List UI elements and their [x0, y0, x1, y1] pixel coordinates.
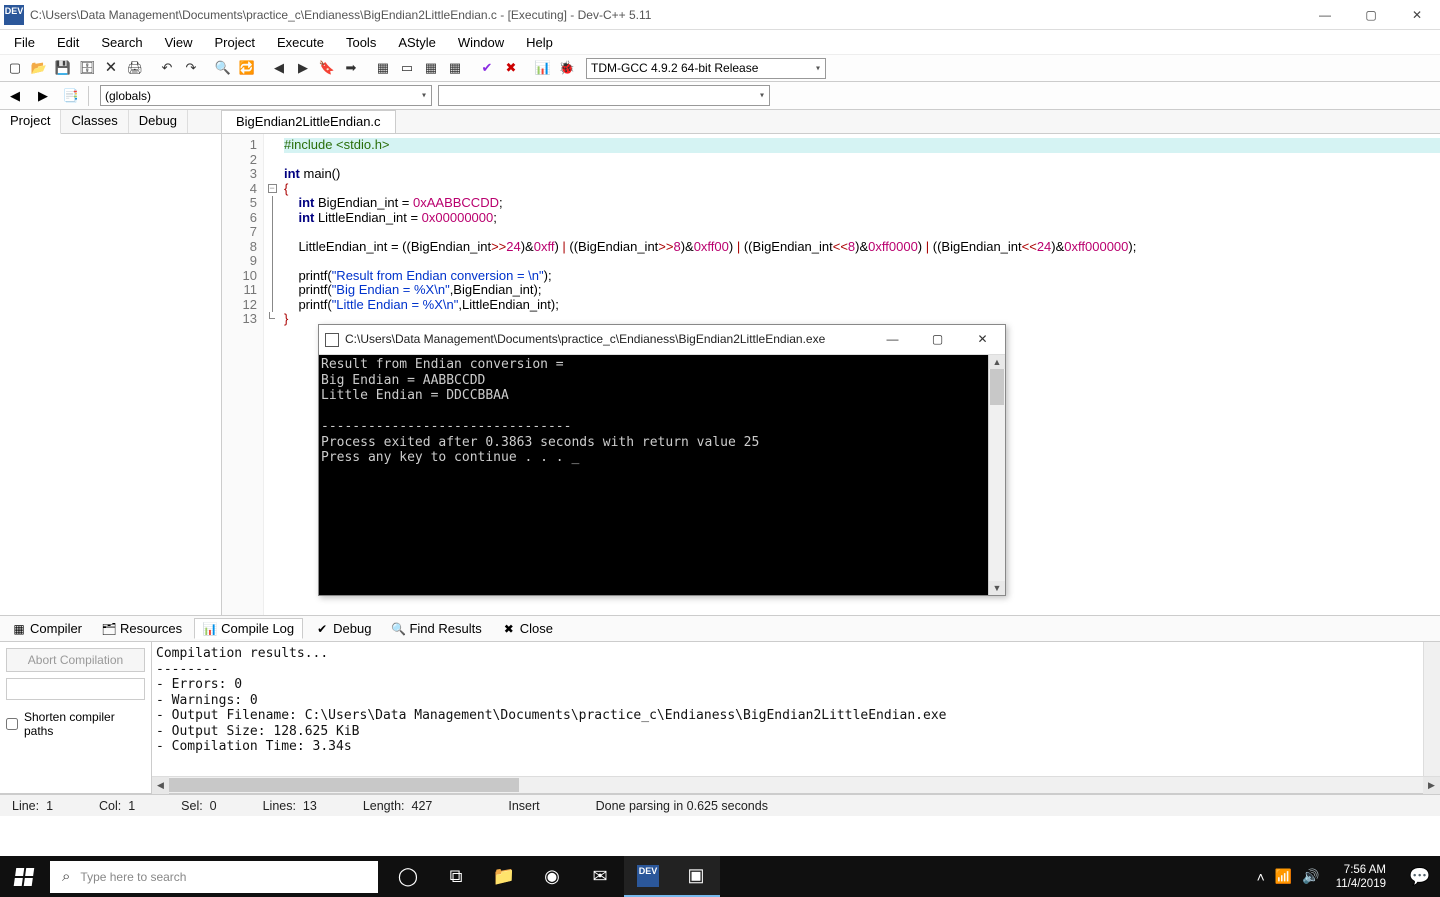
- scope-select[interactable]: (globals): [100, 85, 432, 106]
- menu-tools[interactable]: Tools: [336, 33, 386, 52]
- open-file-icon[interactable]: 📂: [28, 57, 50, 79]
- goto-icon[interactable]: ➡: [340, 57, 362, 79]
- debug-icon[interactable]: 🐞: [556, 57, 578, 79]
- find-icon[interactable]: 🔍: [212, 57, 234, 79]
- output-tabs: ▦Compiler🗂Resources📊Compile Log✔Debug🔍Fi…: [0, 616, 1440, 642]
- cortana-icon[interactable]: ◯: [384, 856, 432, 897]
- menu-view[interactable]: View: [155, 33, 203, 52]
- tray-chevron-icon[interactable]: ˄: [1257, 869, 1265, 885]
- forward-icon[interactable]: ▶: [292, 57, 314, 79]
- member-select[interactable]: [438, 85, 770, 106]
- taskbar: ⌕ Type here to search ◯ ⧉ 📁 ◉ ✉ DEV ▣ ˄ …: [0, 856, 1440, 897]
- console-icon: [325, 333, 339, 347]
- console-minimize-button[interactable]: —: [870, 325, 915, 355]
- system-tray: ˄ 📶 🔊 7:56 AM 11/4/2019: [1249, 863, 1400, 891]
- taskbar-search[interactable]: ⌕ Type here to search: [50, 861, 378, 893]
- next-bookmark-icon[interactable]: ▶: [32, 85, 54, 107]
- search-placeholder: Type here to search: [80, 870, 186, 884]
- save-icon[interactable]: 💾: [52, 57, 74, 79]
- panel-tab-project[interactable]: Project: [0, 110, 61, 134]
- network-icon[interactable]: 📶: [1275, 868, 1292, 885]
- title-bar: DEV C:\Users\Data Management\Documents\p…: [0, 0, 1440, 30]
- menu-execute[interactable]: Execute: [267, 33, 334, 52]
- maximize-button[interactable]: ▢: [1348, 0, 1394, 30]
- close-file-icon[interactable]: 🗙: [100, 57, 122, 79]
- replace-icon[interactable]: 🔁: [236, 57, 258, 79]
- status-bar: Line: 1 Col: 1 Sel: 0 Lines: 13 Length: …: [0, 794, 1440, 816]
- console-scrollbar[interactable]: ▲ ▼: [988, 355, 1005, 595]
- volume-icon[interactable]: 🔊: [1302, 868, 1319, 885]
- console-output[interactable]: Result from Endian conversion = Big Endi…: [319, 355, 988, 595]
- bookmark-icon[interactable]: 🔖: [316, 57, 338, 79]
- run-icon[interactable]: ▭: [396, 57, 418, 79]
- output-tab-find-results[interactable]: 🔍Find Results: [383, 619, 489, 638]
- console-close-button[interactable]: ✕: [960, 325, 1005, 355]
- console-task-icon[interactable]: ▣: [672, 856, 720, 897]
- shorten-paths-checkbox[interactable]: Shorten compiler paths: [6, 706, 145, 738]
- back-icon[interactable]: ◀: [268, 57, 290, 79]
- toggle-bookmark-icon[interactable]: 📑: [60, 85, 82, 107]
- compile-run-icon[interactable]: ▦: [420, 57, 442, 79]
- editor-tab[interactable]: BigEndian2LittleEndian.c: [222, 110, 396, 133]
- menu-help[interactable]: Help: [516, 33, 563, 52]
- file-explorer-icon[interactable]: 📁: [480, 856, 528, 897]
- start-button[interactable]: [0, 856, 48, 897]
- menu-bar: FileEditSearchViewProjectExecuteToolsASt…: [0, 30, 1440, 54]
- prev-bookmark-icon[interactable]: ◀: [4, 85, 26, 107]
- mail-icon[interactable]: ✉: [576, 856, 624, 897]
- toolbar-scope: ◀ ▶ 📑 (globals): [0, 82, 1440, 110]
- compile-vscroll[interactable]: [1423, 642, 1440, 776]
- syntax-check-icon[interactable]: ✔: [476, 57, 498, 79]
- print-icon[interactable]: 🖨: [124, 57, 146, 79]
- clock[interactable]: 7:56 AM 11/4/2019: [1330, 863, 1392, 891]
- menu-file[interactable]: File: [4, 33, 45, 52]
- window-title: C:\Users\Data Management\Documents\pract…: [30, 8, 651, 22]
- chrome-icon[interactable]: ◉: [528, 856, 576, 897]
- compile-filter-input[interactable]: [6, 678, 145, 700]
- app-icon: DEV: [4, 5, 24, 25]
- code-editor[interactable]: 12345678910111213 − #include <stdio.h>in…: [222, 134, 1440, 615]
- menu-edit[interactable]: Edit: [47, 33, 89, 52]
- search-icon: ⌕: [62, 868, 70, 885]
- output-tab-compiler[interactable]: ▦Compiler: [4, 619, 90, 638]
- output-tab-compile-log[interactable]: 📊Compile Log: [194, 618, 303, 639]
- devcpp-task-icon[interactable]: DEV: [624, 856, 672, 897]
- compiler-select[interactable]: TDM-GCC 4.9.2 64-bit Release: [586, 58, 826, 79]
- console-window: C:\Users\Data Management\Documents\pract…: [318, 324, 1006, 596]
- compile-hscroll[interactable]: ◀ ▶: [152, 776, 1440, 793]
- project-panel: ProjectClassesDebug: [0, 110, 222, 615]
- console-title: C:\Users\Data Management\Documents\pract…: [345, 332, 825, 347]
- menu-window[interactable]: Window: [448, 33, 514, 52]
- output-tab-resources[interactable]: 🗂Resources: [94, 619, 190, 638]
- compile-log[interactable]: Compilation results... -------- - Errors…: [156, 646, 1440, 773]
- abort-compilation-button[interactable]: Abort Compilation: [6, 648, 145, 672]
- profile-icon[interactable]: 📊: [532, 57, 554, 79]
- new-file-icon[interactable]: ▢: [4, 57, 26, 79]
- project-tree[interactable]: [0, 134, 221, 615]
- output-tab-close[interactable]: ✖Close: [494, 619, 561, 638]
- minimize-button[interactable]: —: [1302, 0, 1348, 30]
- compile-icon[interactable]: ▦: [372, 57, 394, 79]
- save-all-icon[interactable]: 🗄: [76, 57, 98, 79]
- menu-astyle[interactable]: AStyle: [388, 33, 446, 52]
- task-view-icon[interactable]: ⧉: [432, 856, 480, 897]
- undo-icon[interactable]: ↶: [156, 57, 178, 79]
- notifications-icon[interactable]: 💬: [1400, 856, 1440, 897]
- close-button[interactable]: ✕: [1394, 0, 1440, 30]
- menu-search[interactable]: Search: [91, 33, 152, 52]
- panel-tab-debug[interactable]: Debug: [129, 110, 188, 133]
- redo-icon[interactable]: ↷: [180, 57, 202, 79]
- rebuild-icon[interactable]: ▦: [444, 57, 466, 79]
- output-tab-debug[interactable]: ✔Debug: [307, 619, 379, 638]
- menu-project[interactable]: Project: [205, 33, 265, 52]
- panel-tab-classes[interactable]: Classes: [61, 110, 128, 133]
- clean-icon[interactable]: ✖: [500, 57, 522, 79]
- console-maximize-button[interactable]: ▢: [915, 325, 960, 355]
- toolbar-main: ▢ 📂 💾 🗄 🗙 🖨 ↶ ↷ 🔍 🔁 ◀ ▶ 🔖 ➡ ▦ ▭ ▦ ▦ ✔ ✖ …: [0, 54, 1440, 82]
